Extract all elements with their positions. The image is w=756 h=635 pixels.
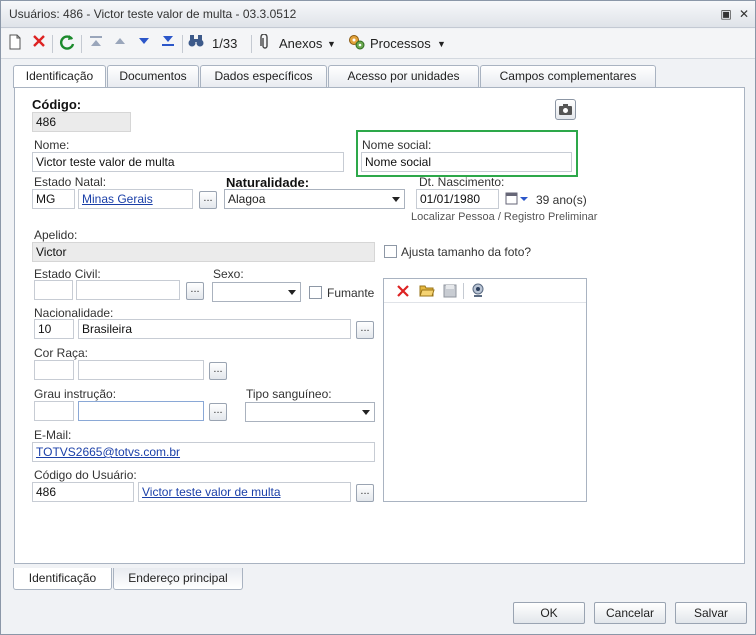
chevron-down-icon — [288, 290, 296, 295]
chevron-down-icon — [362, 410, 370, 415]
nome-social-field[interactable]: Nome social — [361, 152, 572, 172]
tipo-sanguineo-label: Tipo sanguíneo: — [246, 387, 332, 401]
nome-label: Nome: — [34, 138, 70, 152]
next-record-icon[interactable] — [137, 34, 151, 54]
nacionalidade-name-field[interactable]: Brasileira — [78, 319, 351, 339]
grau-instrucao-lookup-button[interactable]: ... — [209, 403, 227, 421]
delete-icon[interactable] — [32, 34, 46, 54]
user-form-window: Usuários: 486 - Victor teste valor de mu… — [0, 0, 756, 635]
tab-dados-especificos[interactable]: Dados específicos — [200, 65, 327, 87]
codigo-label: Código: — [32, 97, 82, 112]
previous-record-icon[interactable] — [113, 34, 127, 54]
last-record-icon[interactable] — [161, 34, 175, 54]
binoculars-icon[interactable] — [188, 34, 204, 54]
apelido-field: Victor — [32, 242, 375, 262]
toolbar-separator — [182, 35, 183, 53]
estado-natal-name-field[interactable]: Minas Gerais — [78, 189, 193, 209]
naturalidade-value: Alagoa — [228, 192, 266, 206]
apelido-label: Apelido: — [34, 228, 78, 242]
estado-natal-code-field[interactable]: MG — [32, 189, 75, 209]
ajusta-foto-checkbox[interactable] — [384, 245, 397, 258]
codigo-usuario-label: Código do Usuário: — [34, 468, 137, 482]
chevron-down-icon[interactable]: ▼ — [437, 34, 446, 54]
toolbar-separator — [463, 283, 464, 299]
naturalidade-select[interactable]: Alagoa — [224, 189, 405, 209]
dt-nascimento-label: Dt. Nascimento: — [419, 175, 505, 189]
ajusta-foto-label: Ajusta tamanho da foto? — [401, 245, 532, 259]
localizar-pessoa-link[interactable]: Localizar Pessoa / Registro Preliminar — [411, 211, 597, 223]
paperclip-icon[interactable] — [259, 33, 271, 54]
gears-icon[interactable] — [348, 34, 366, 54]
webcam-icon[interactable] — [471, 283, 485, 301]
nome-field[interactable]: Victor teste valor de multa — [32, 152, 344, 172]
new-record-icon[interactable] — [9, 34, 21, 54]
nacionalidade-code-field[interactable]: 10 — [34, 319, 74, 339]
estado-civil-code-field[interactable] — [34, 280, 73, 300]
attachments-menu[interactable]: Anexos — [279, 34, 322, 54]
codigo-usuario-code-field[interactable]: 486 — [32, 482, 134, 502]
cor-raca-label: Cor Raça: — [34, 346, 89, 360]
chevron-down-icon — [392, 197, 400, 202]
open-folder-icon[interactable] — [419, 283, 435, 300]
estado-natal-label: Estado Natal: — [34, 175, 107, 189]
title-bar: Usuários: 486 - Victor teste valor de mu… — [1, 1, 755, 28]
save-button[interactable]: Salvar — [675, 602, 747, 624]
estado-natal-lookup-button[interactable]: ... — [199, 191, 217, 209]
refresh-icon[interactable] — [59, 34, 75, 54]
email-field[interactable]: TOTVS2665@totvs.com.br — [32, 442, 375, 462]
nacionalidade-label: Nacionalidade: — [34, 306, 114, 320]
email-label: E-Mail: — [34, 428, 72, 442]
camera-icon — [559, 104, 572, 115]
cor-raca-code-field[interactable] — [34, 360, 74, 380]
toolbar-separator — [251, 35, 252, 53]
ok-button[interactable]: OK — [513, 602, 585, 624]
grau-instrucao-label: Grau instrução: — [34, 387, 117, 401]
cor-raca-lookup-button[interactable]: ... — [209, 362, 227, 380]
close-icon[interactable]: ✕ — [737, 7, 751, 21]
toolbar-separator — [52, 35, 53, 53]
estado-civil-name-field[interactable] — [76, 280, 180, 300]
fumante-checkbox[interactable] — [309, 286, 322, 299]
window-title: Usuários: 486 - Victor teste valor de mu… — [9, 7, 297, 21]
tab-documentos[interactable]: Documentos — [107, 65, 199, 87]
nacionalidade-lookup-button[interactable]: ... — [356, 321, 374, 339]
photo-panel — [383, 278, 587, 502]
grau-instrucao-name-field[interactable] — [78, 401, 204, 421]
tipo-sanguineo-select[interactable] — [245, 402, 375, 422]
tab-endereco-principal[interactable]: Endereço principal — [113, 568, 243, 590]
pin-icon[interactable]: ▣ — [719, 7, 733, 21]
fumante-label: Fumante — [327, 286, 375, 300]
calendar-icon — [505, 192, 528, 205]
cancel-button[interactable]: Cancelar — [594, 602, 666, 624]
first-record-icon[interactable] — [89, 34, 103, 54]
toolbar-separator — [81, 35, 82, 53]
save-photo-icon[interactable] — [443, 284, 457, 301]
sexo-label: Sexo: — [213, 267, 244, 281]
tab-campos-complementares[interactable]: Campos complementares — [480, 65, 656, 87]
chevron-down-icon[interactable]: ▼ — [327, 34, 336, 54]
grau-instrucao-code-field[interactable] — [34, 401, 74, 421]
camera-button[interactable] — [555, 99, 576, 120]
estado-civil-label: Estado Civil: — [34, 267, 101, 281]
calendar-picker[interactable] — [504, 190, 531, 208]
toolbar: 1/33 Anexos ▼ Processos ▼ — [1, 29, 755, 59]
tab-identificacao-bottom[interactable]: Identificação — [13, 568, 112, 590]
cor-raca-name-field[interactable] — [78, 360, 204, 380]
nome-social-label: Nome social: — [362, 138, 432, 152]
remove-photo-icon[interactable] — [396, 284, 410, 301]
photo-toolbar — [384, 279, 586, 303]
naturalidade-label: Naturalidade: — [226, 175, 310, 190]
processes-menu[interactable]: Processos — [370, 34, 431, 54]
codigo-usuario-name-field[interactable]: Victor teste valor de multa — [138, 482, 351, 502]
estado-civil-lookup-button[interactable]: ... — [186, 282, 204, 300]
dt-nascimento-field[interactable]: 01/01/1980 — [416, 189, 499, 209]
age-text: 39 ano(s) — [536, 193, 587, 207]
tab-acesso-por-unidades[interactable]: Acesso por unidades — [328, 65, 479, 87]
codigo-usuario-lookup-button[interactable]: ... — [356, 484, 374, 502]
tab-identificacao[interactable]: Identificação — [13, 65, 106, 88]
codigo-field: 486 — [32, 112, 131, 132]
sexo-select[interactable] — [212, 282, 301, 302]
record-counter: 1/33 — [212, 36, 238, 51]
